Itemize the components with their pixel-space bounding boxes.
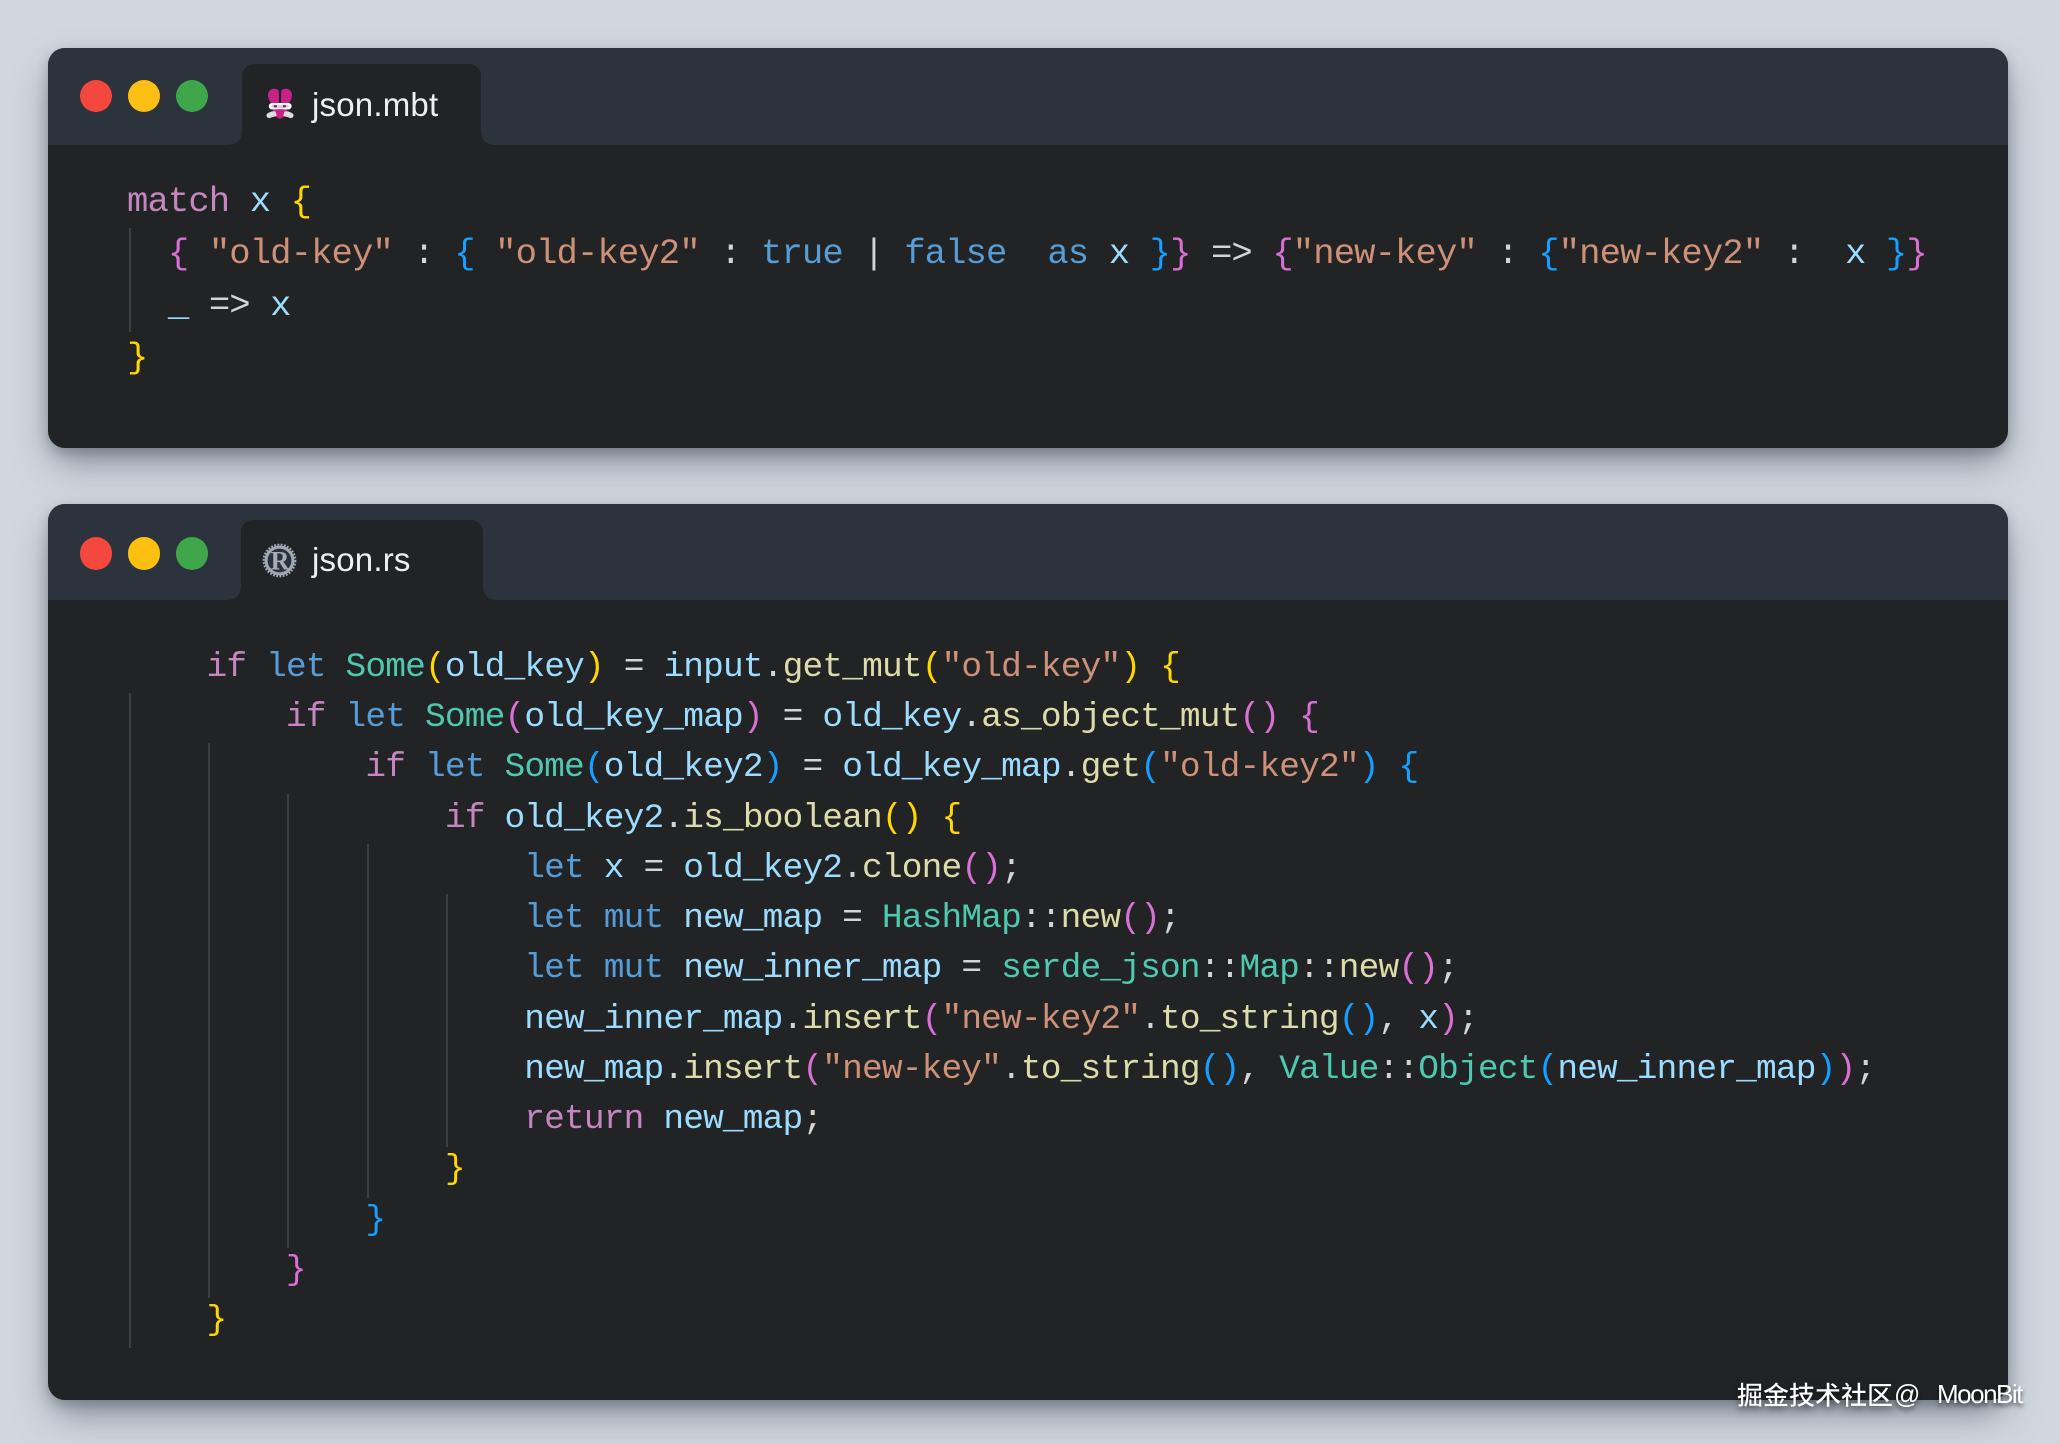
svg-text:R: R: [271, 546, 290, 575]
